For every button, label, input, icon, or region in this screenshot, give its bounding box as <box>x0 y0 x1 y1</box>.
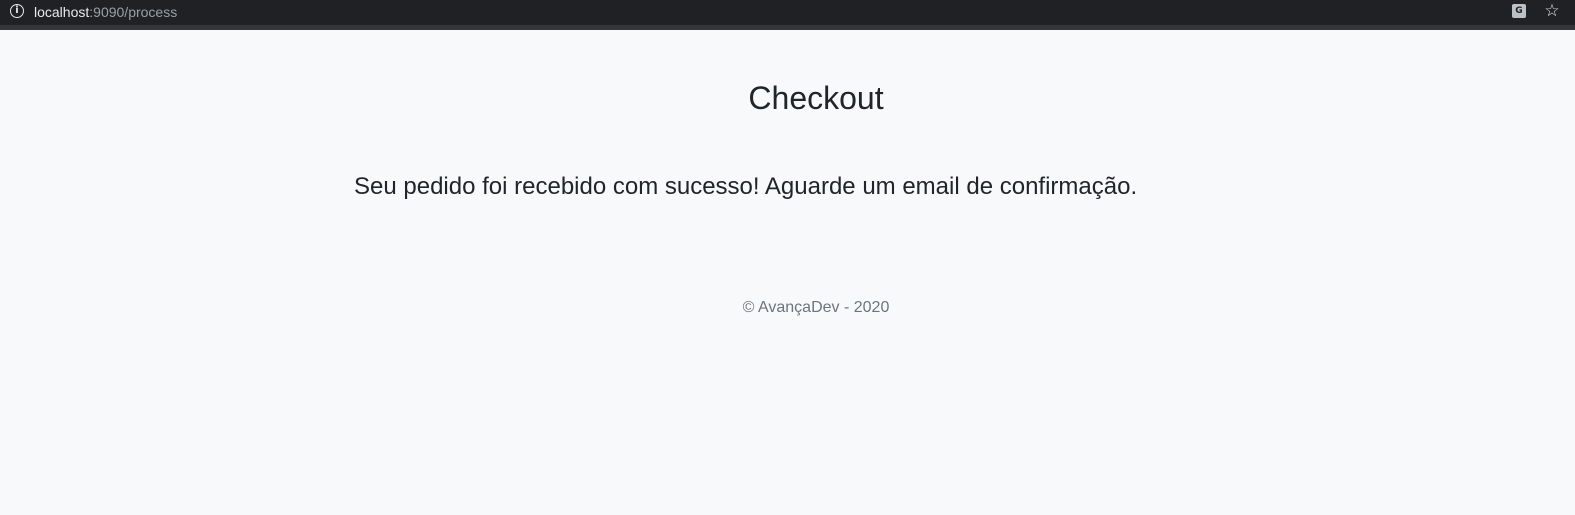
info-icon[interactable]: i <box>10 4 24 18</box>
url-field[interactable]: localhost:9090/process <box>34 4 177 20</box>
translate-icon[interactable]: G <box>1512 4 1526 18</box>
url-path: :9090/process <box>89 4 178 20</box>
footer-copyright: © AvançaDev - 2020 <box>742 299 890 316</box>
page-content: Checkout Seu pedido foi recebido com suc… <box>0 30 1575 515</box>
browser-address-bar: i localhost:9090/process G ☆ <box>0 0 1575 30</box>
page-title: Checkout <box>748 80 884 116</box>
success-message: Seu pedido foi recebido com sucesso! Agu… <box>354 173 1138 200</box>
url-host: localhost <box>34 4 90 20</box>
star-icon[interactable]: ☆ <box>1543 1 1561 21</box>
